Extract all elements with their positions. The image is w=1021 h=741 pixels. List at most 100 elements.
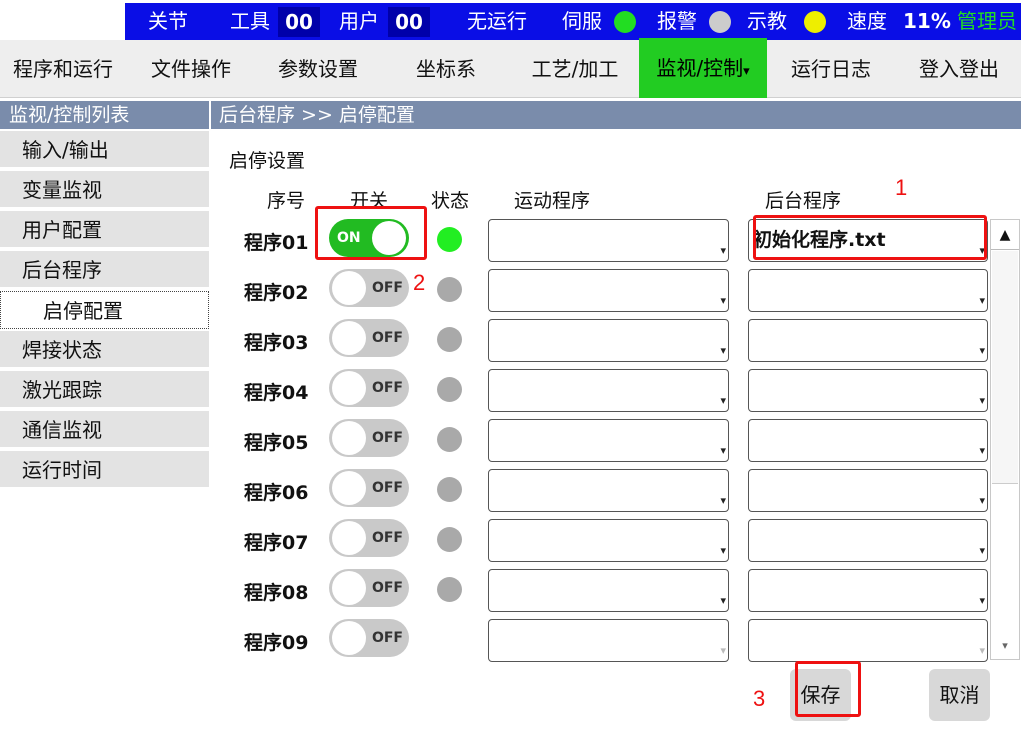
- servo-indicator: [614, 11, 636, 33]
- toggle-knob: [332, 321, 366, 355]
- switch-toggle[interactable]: OFF: [329, 469, 409, 507]
- motion-program-select[interactable]: ▾: [488, 519, 729, 562]
- toggle-knob: [332, 571, 366, 605]
- row-label: 程序02: [244, 282, 309, 304]
- motion-program-select[interactable]: ▾: [488, 419, 729, 462]
- chevron-down-icon: ▾: [720, 394, 726, 407]
- chevron-down-icon: ▾: [979, 494, 985, 507]
- status-indicator: [437, 427, 462, 452]
- annotation-number-3: 3: [753, 686, 766, 711]
- menu-parameter-settings[interactable]: 参数设置: [258, 40, 378, 98]
- menu-process-machining[interactable]: 工艺/加工: [515, 40, 635, 98]
- sidebar-item-background-program[interactable]: 后台程序: [0, 251, 209, 289]
- annotation-number-1: 1: [895, 175, 908, 200]
- motion-program-select[interactable]: ▾: [488, 269, 729, 312]
- annotation-box-2: [315, 206, 427, 260]
- switch-toggle[interactable]: OFF: [329, 569, 409, 607]
- column-header-motion-program: 运动程序: [514, 190, 591, 212]
- menu-coordinate-system[interactable]: 坐标系: [386, 40, 506, 98]
- menu-monitor-control[interactable]: 监视/控制▾: [639, 38, 767, 98]
- annotation-box-1: [753, 215, 987, 260]
- background-program-select[interactable]: ▾: [748, 569, 988, 612]
- run-status: 无运行: [467, 9, 527, 33]
- sidebar-item-welding-status[interactable]: 焊接状态: [0, 331, 209, 369]
- tool-value: 00: [278, 7, 320, 37]
- switch-toggle[interactable]: OFF: [329, 269, 409, 307]
- list-scrollbar[interactable]: ▲ ▾: [990, 219, 1020, 660]
- row-label: 程序07: [244, 532, 309, 554]
- row-label: 程序05: [244, 432, 309, 454]
- sidebar-item-laser-tracking[interactable]: 激光跟踪: [0, 371, 209, 409]
- motion-program-select[interactable]: ▾: [488, 469, 729, 512]
- sidebar-item-io[interactable]: 输入/输出: [0, 131, 209, 169]
- chevron-down-icon: ▾: [979, 544, 985, 557]
- motion-program-select[interactable]: ▾: [488, 219, 729, 262]
- menu-program-and-run[interactable]: 程序和运行: [0, 40, 126, 98]
- menu-login-logout[interactable]: 登入登出: [899, 40, 1019, 98]
- background-program-select[interactable]: ▾: [748, 369, 988, 412]
- toggle-knob: [332, 371, 366, 405]
- chevron-down-icon: ▾: [979, 644, 985, 657]
- switch-toggle[interactable]: OFF: [329, 619, 409, 657]
- cancel-button[interactable]: 取消: [929, 669, 990, 721]
- chevron-down-icon: ▾: [720, 644, 726, 657]
- alarm-indicator: [709, 11, 731, 33]
- motion-program-select[interactable]: ▾: [488, 569, 729, 612]
- teach-label: 示教: [747, 9, 787, 33]
- row-label: 程序01: [244, 232, 309, 254]
- row-label: 程序09: [244, 632, 309, 654]
- sidebar-item-user-config[interactable]: 用户配置: [0, 211, 209, 249]
- sidebar-title: 监视/控制列表: [0, 101, 209, 129]
- row-label: 程序04: [244, 382, 309, 404]
- toggle-state-label: OFF: [371, 530, 403, 546]
- sidebar-item-run-time[interactable]: 运行时间: [0, 451, 209, 489]
- background-program-select[interactable]: ▾: [748, 419, 988, 462]
- switch-toggle[interactable]: OFF: [329, 519, 409, 557]
- section-title: 启停设置: [229, 150, 306, 172]
- column-header-status: 状态: [431, 190, 470, 212]
- admin-label[interactable]: 管理员: [957, 3, 1017, 40]
- main-menu: 程序和运行 文件操作 参数设置 坐标系 工艺/加工 监视/控制▾ 运行日志 登入…: [0, 38, 1021, 98]
- scroll-down-icon[interactable]: ▾: [991, 633, 1019, 659]
- motion-program-select[interactable]: ▾: [488, 319, 729, 362]
- toggle-state-label: OFF: [371, 480, 403, 496]
- sidebar-item-start-stop-config[interactable]: 启停配置: [0, 291, 209, 329]
- annotation-number-2: 2: [413, 270, 426, 295]
- toggle-knob: [332, 621, 366, 655]
- chevron-down-icon: ▾: [720, 494, 726, 507]
- breadcrumb: 后台程序 >> 启停配置: [211, 101, 1021, 129]
- menu-file-operations[interactable]: 文件操作: [131, 40, 251, 98]
- sidebar-item-variable-monitor[interactable]: 变量监视: [0, 171, 209, 209]
- status-indicator: [437, 477, 462, 502]
- chevron-down-icon: ▾: [979, 344, 985, 357]
- sidebar-item-comm-monitor[interactable]: 通信监视: [0, 411, 209, 449]
- chevron-down-icon: ▾: [979, 294, 985, 307]
- background-program-select[interactable]: ▾: [748, 519, 988, 562]
- chevron-down-icon: ▾: [979, 594, 985, 607]
- chevron-down-icon: ▾: [720, 544, 726, 557]
- scroll-thumb[interactable]: [992, 251, 1018, 484]
- status-indicator: [437, 377, 462, 402]
- switch-toggle[interactable]: OFF: [329, 319, 409, 357]
- menu-run-log[interactable]: 运行日志: [771, 40, 891, 98]
- background-program-select[interactable]: ▾: [748, 269, 988, 312]
- toggle-knob: [332, 271, 366, 305]
- switch-toggle[interactable]: OFF: [329, 369, 409, 407]
- row-label: 程序06: [244, 482, 309, 504]
- switch-toggle[interactable]: OFF: [329, 419, 409, 457]
- alarm-label: 报警: [657, 9, 697, 33]
- toggle-state-label: OFF: [371, 430, 403, 446]
- toggle-state-label: OFF: [371, 380, 403, 396]
- speed-value: 11%: [903, 9, 951, 33]
- background-program-select[interactable]: ▾: [748, 319, 988, 362]
- close-label[interactable]: 关节: [148, 3, 188, 40]
- toggle-state-label: OFF: [371, 330, 403, 346]
- motion-program-select[interactable]: ▾: [488, 369, 729, 412]
- chevron-down-icon: ▾: [979, 394, 985, 407]
- background-program-select[interactable]: ▾: [748, 469, 988, 512]
- motion-program-select[interactable]: ▾: [488, 619, 729, 662]
- background-program-select[interactable]: ▾: [748, 619, 988, 662]
- toggle-state-label: OFF: [371, 280, 403, 296]
- scroll-up-icon[interactable]: ▲: [991, 220, 1019, 250]
- speed-label: 速度: [847, 9, 887, 33]
